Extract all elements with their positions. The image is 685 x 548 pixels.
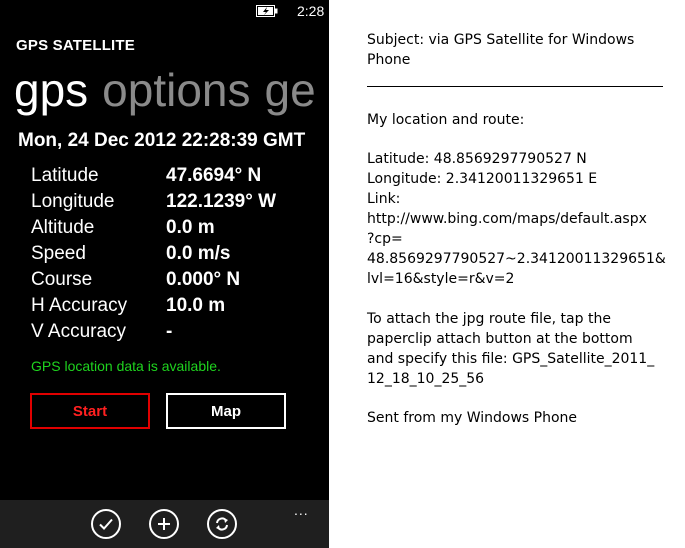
reading-value: 0.000° N bbox=[166, 269, 241, 290]
email-line: My location and route: bbox=[367, 112, 525, 128]
reading-label: H Accuracy bbox=[31, 295, 128, 316]
pivot-tab-options[interactable]: options bbox=[102, 60, 250, 120]
reading-value: - bbox=[166, 321, 173, 342]
email-link[interactable]: ?cp= bbox=[367, 229, 403, 249]
refresh-icon[interactable] bbox=[207, 509, 237, 539]
app-bar: ... bbox=[0, 500, 329, 548]
battery-charging-icon bbox=[256, 5, 278, 17]
reading-label: Longitude bbox=[31, 191, 115, 212]
email-line: Link: bbox=[367, 191, 401, 207]
map-button[interactable]: Map bbox=[166, 393, 286, 429]
email-subject-continued: Phone bbox=[367, 52, 411, 68]
email-subject: Subject: via GPS Satellite for Windows bbox=[367, 32, 635, 48]
add-icon[interactable] bbox=[149, 509, 179, 539]
status-bar: 2:28 bbox=[0, 0, 329, 22]
more-menu-button[interactable]: ... bbox=[294, 502, 309, 518]
start-button[interactable]: Start bbox=[30, 393, 150, 429]
gps-status-message: GPS location data is available. bbox=[31, 358, 221, 374]
gps-datetime: Mon, 24 Dec 2012 22:28:39 GMT bbox=[18, 130, 306, 151]
phone-screen: 2:28 GPS SATELLITE gps options ge Mon, 24 … bbox=[0, 0, 329, 548]
email-signature: Sent from my Windows Phone bbox=[367, 410, 578, 426]
pivot-header: gps options ge bbox=[14, 60, 329, 120]
email-line: and specify this file: GPS_Satellite_201… bbox=[367, 351, 655, 367]
email-link[interactable]: lvl=16&style=r&v=2 bbox=[367, 269, 514, 289]
email-line: paperclip attach button at the bottom bbox=[367, 331, 633, 347]
email-line: 12_18_10_25_56 bbox=[367, 371, 485, 387]
reading-value: 47.6694° N bbox=[166, 165, 262, 186]
email-link[interactable]: 48.8569297790527~2.34120011329651& bbox=[367, 249, 666, 269]
email-line: Longitude: 2.34120011329651 E bbox=[367, 171, 598, 187]
pivot-tab-next[interactable]: ge bbox=[265, 60, 316, 120]
reading-value: 0.0 m/s bbox=[166, 243, 231, 264]
reading-label: Course bbox=[31, 269, 93, 290]
reading-value: 122.1239° W bbox=[166, 191, 277, 212]
email-link[interactable]: http://www.bing.com/maps/default.aspx bbox=[367, 209, 647, 229]
reading-label: Altitude bbox=[31, 217, 95, 238]
reading-value: 0.0 m bbox=[166, 217, 215, 238]
check-icon[interactable] bbox=[91, 509, 121, 539]
email-line: To attach the jpg route file, tap the bbox=[367, 311, 611, 327]
email-divider bbox=[367, 86, 663, 87]
reading-label: Latitude bbox=[31, 165, 99, 186]
reading-value: 10.0 m bbox=[166, 295, 226, 316]
reading-label: Speed bbox=[31, 243, 86, 264]
status-clock: 2:28 bbox=[297, 3, 325, 19]
email-line: Latitude: 48.8569297790527 N bbox=[367, 151, 587, 167]
reading-label: V Accuracy bbox=[31, 321, 127, 342]
app-title: GPS SATELLITE bbox=[16, 37, 135, 54]
pivot-tab-gps[interactable]: gps bbox=[14, 60, 88, 120]
email-preview: Subject: via GPS Satellite for Windows P… bbox=[329, 0, 685, 548]
